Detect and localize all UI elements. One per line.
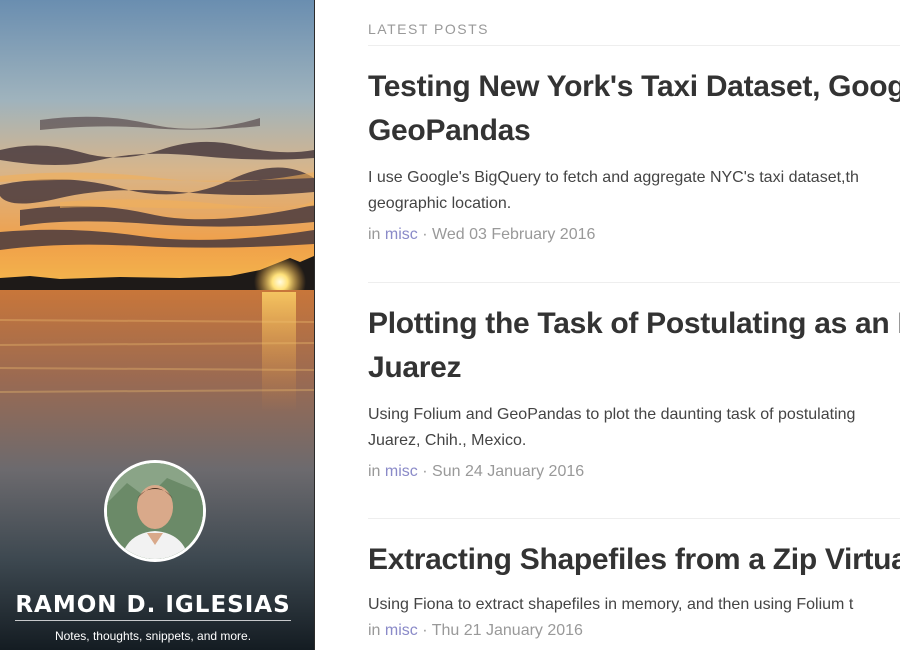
post-summary: Using Fiona to extract shapefiles in mem… [368, 592, 900, 618]
category-link[interactable]: misc [385, 226, 418, 243]
post-summary-line: I use Google's BigQuery to fetch and agg… [368, 169, 859, 186]
meta-prefix: in [368, 463, 381, 480]
post-title-line[interactable]: Plotting the Task of Postulating as an I… [368, 307, 900, 340]
site-title[interactable]: RAMON D. IGLESIAS [0, 591, 306, 621]
post-date: Wed 03 February 2016 [432, 226, 596, 243]
post-title-line[interactable]: Juarez [368, 351, 462, 384]
section-divider [368, 45, 900, 46]
post-summary: I use Google's BigQuery to fetch and agg… [368, 165, 900, 217]
post-meta: in misc · Wed 03 February 2016 [368, 226, 900, 244]
meta-separator: · [422, 226, 428, 243]
meta-separator: · [422, 622, 428, 639]
post-title-line[interactable]: Testing New York's Taxi Dataset, Goog [368, 70, 900, 103]
post-summary-line: geographic location. [368, 195, 512, 212]
site-title-text[interactable]: RAMON D. IGLESIAS [15, 591, 291, 621]
post-item: Testing New York's Taxi Dataset, Goog Ge… [368, 65, 900, 244]
post-divider [368, 282, 900, 283]
category-link[interactable]: misc [385, 463, 418, 480]
author-photo [107, 463, 203, 559]
post-title-line[interactable]: Extracting Shapefiles from a Zip Virtual [368, 543, 900, 576]
meta-prefix: in [368, 622, 381, 639]
post-summary-line: Using Folium and GeoPandas to plot the d… [368, 406, 856, 423]
post-item: Extracting Shapefiles from a Zip Virtual… [368, 538, 900, 640]
category-link[interactable]: misc [385, 622, 418, 639]
post-meta: in misc · Sun 24 January 2016 [368, 463, 900, 481]
author-avatar[interactable] [104, 460, 206, 562]
post-meta: in misc · Thu 21 January 2016 [368, 622, 900, 640]
post-date: Sun 24 January 2016 [432, 463, 585, 480]
meta-separator: · [422, 463, 428, 480]
post-summary-line: Using Fiona to extract shapefiles in mem… [368, 596, 854, 613]
sidebar: RAMON D. IGLESIAS Notes, thoughts, snipp… [0, 0, 315, 650]
post-divider [368, 518, 900, 519]
post-title[interactable]: Extracting Shapefiles from a Zip Virtual [368, 538, 900, 582]
post-summary-line: Juarez, Chih., Mexico. [368, 432, 527, 449]
meta-prefix: in [368, 226, 381, 243]
post-item: Plotting the Task of Postulating as an I… [368, 302, 900, 481]
post-summary: Using Folium and GeoPandas to plot the d… [368, 402, 900, 454]
blog-page: RAMON D. IGLESIAS Notes, thoughts, snipp… [0, 0, 900, 650]
post-title[interactable]: Plotting the Task of Postulating as an I… [368, 302, 900, 390]
post-date: Thu 21 January 2016 [431, 622, 583, 639]
post-title-line[interactable]: GeoPandas [368, 114, 531, 147]
section-label: LATEST POSTS [368, 21, 489, 37]
post-title[interactable]: Testing New York's Taxi Dataset, Goog Ge… [368, 65, 900, 153]
site-subtitle: Notes, thoughts, snippets, and more. [54, 629, 252, 643]
